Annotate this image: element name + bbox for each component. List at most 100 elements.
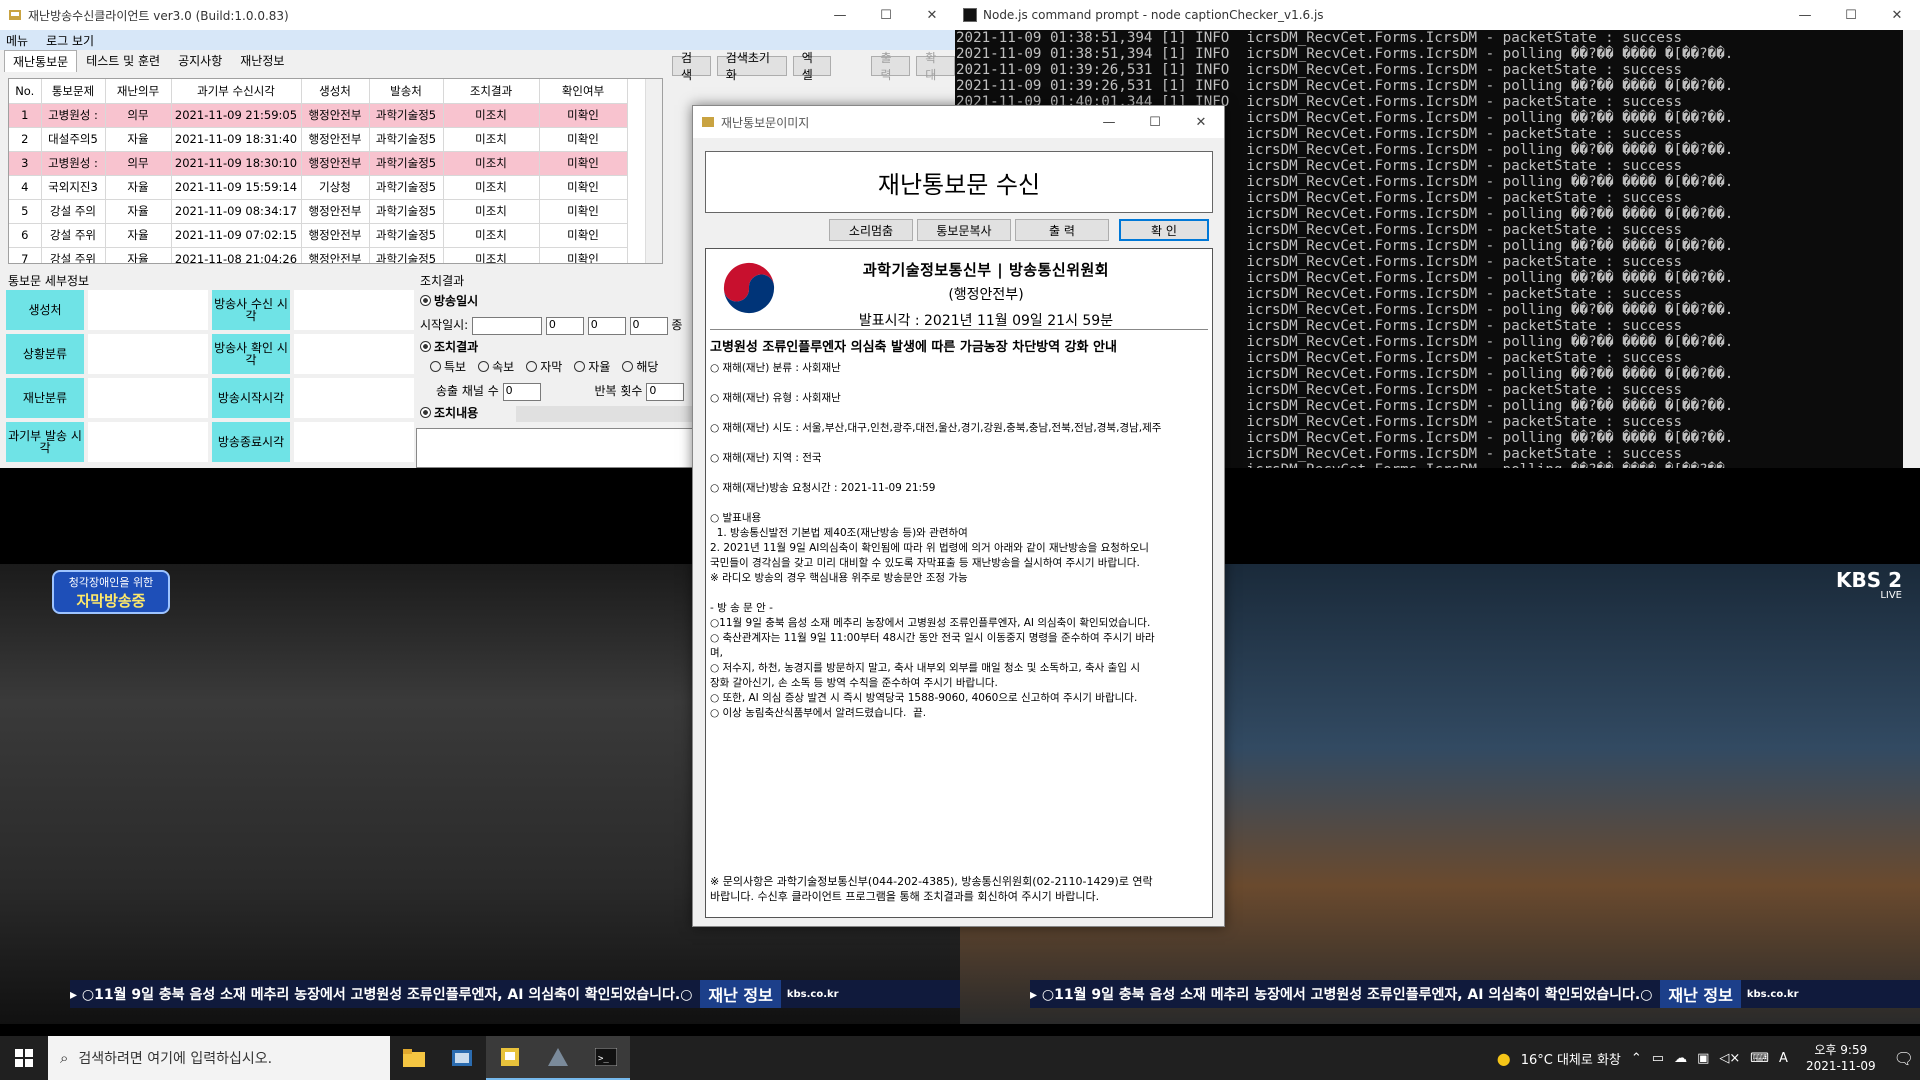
table-cell: 고병원성 :: [41, 151, 106, 176]
table-cell: 4: [9, 175, 42, 200]
detail-value-send-time: [88, 422, 208, 462]
grid-column-header[interactable]: 발송처: [369, 79, 444, 104]
grid-column-header[interactable]: 과기부 수신시각: [171, 79, 302, 104]
option-voluntary[interactable]: 자율: [574, 358, 610, 375]
table-cell: 미조치: [443, 199, 540, 224]
chevron-up-icon[interactable]: ⌃: [1631, 1051, 1642, 1066]
display-icon[interactable]: ▣: [1697, 1051, 1709, 1066]
volume-icon[interactable]: ◁×: [1719, 1051, 1740, 1066]
tab-notice[interactable]: 재난통보문: [4, 50, 78, 72]
minimize-icon[interactable]: —: [817, 0, 863, 30]
file-explorer-icon[interactable]: [390, 1036, 438, 1080]
popup-taskbar-icon[interactable]: [534, 1036, 582, 1080]
table-row[interactable]: 3 고병원성 : 의무 2021-11-09 18:30:10 행정안전부 과학기술정5 미…: [9, 151, 628, 176]
console-line: 2021-11-09 01:38:51,394 [1] INFO icrsDM_…: [956, 46, 1734, 62]
maximize-icon[interactable]: ☐: [1132, 107, 1178, 137]
print-notice-button[interactable]: 출 력: [1015, 219, 1109, 241]
issuer-ministry: (행정안전부): [948, 287, 1024, 303]
tab-disaster-info[interactable]: 재난정보: [231, 49, 293, 72]
second-stepper[interactable]: 0: [629, 316, 668, 335]
grid-column-header[interactable]: 확인여부: [539, 79, 628, 104]
content-textarea[interactable]: [416, 428, 696, 468]
cloud-icon[interactable]: ☁: [1674, 1051, 1687, 1066]
table-row[interactable]: 4 국외지진3 자율 2021-11-09 15:59:14 기상청 과학기술정5 미조치 미…: [9, 175, 628, 200]
close-icon[interactable]: ✕: [909, 0, 955, 30]
print-button[interactable]: 출력: [871, 51, 911, 82]
detail-label-end-time: 방송종료시각: [212, 422, 290, 462]
search-icon: ⌕: [60, 1049, 69, 1067]
result-radio[interactable]: [420, 341, 431, 352]
start-button[interactable]: [0, 1036, 48, 1080]
console-scrollbar[interactable]: [1903, 30, 1920, 468]
start-date-input[interactable]: [472, 316, 543, 335]
clock[interactable]: 오후 9:59 2021-11-09: [1798, 1042, 1884, 1074]
table-row[interactable]: 7 강설 주위 자율 2021-11-08 21:04:26 행정안전부 과학기술정5 미조…: [9, 247, 628, 263]
menu-item-menu[interactable]: 메뉴: [6, 32, 28, 49]
search-button[interactable]: 검색: [672, 51, 711, 82]
weather-text[interactable]: 16°C 대체로 화창: [1521, 1049, 1621, 1068]
minute-stepper[interactable]: 0: [587, 316, 626, 335]
repeat-stepper[interactable]: 0: [646, 382, 685, 401]
content-radio[interactable]: [420, 407, 431, 418]
clock-time: 오후 9:59: [1814, 1043, 1868, 1057]
grid-column-header[interactable]: 재난의무: [105, 79, 172, 104]
hour-stepper[interactable]: 0: [545, 316, 584, 335]
content-combo[interactable]: [516, 406, 696, 422]
table-row[interactable]: 6 강설 주위 자율 2021-11-09 07:02:15 행정안전부 과학기술정5 미조…: [9, 223, 628, 248]
table-cell: 행정안전부: [301, 151, 370, 176]
channels-stepper[interactable]: 0: [502, 382, 541, 401]
option-caption[interactable]: 자막: [526, 358, 562, 375]
table-row[interactable]: 2 대설주의5 자율 2021-11-09 18:31:40 행정안전부 과학기술정5 미조…: [9, 127, 628, 152]
reset-search-button[interactable]: 검색초기화: [716, 51, 787, 82]
option-applicable[interactable]: 해당: [622, 358, 658, 375]
network-icon[interactable]: ▭: [1652, 1051, 1664, 1066]
maximize-icon[interactable]: ☐: [1828, 0, 1874, 30]
table-row[interactable]: 5 강설 주의 자율 2021-11-09 08:34:17 행정안전부 과학기술정5 미조…: [9, 199, 628, 224]
grid-column-header[interactable]: 통보문제: [41, 79, 106, 104]
table-cell: 6: [9, 223, 42, 248]
confirm-button[interactable]: 확 인: [1119, 219, 1209, 241]
grid-column-header[interactable]: 생성처: [301, 79, 370, 104]
caption-badge-line2: 자막방송중: [76, 592, 146, 610]
table-cell: 1: [9, 103, 42, 128]
tab-test[interactable]: 테스트 및 훈련: [77, 49, 169, 72]
minimize-icon[interactable]: —: [1086, 107, 1132, 137]
grid-column-header[interactable]: 조치결과: [443, 79, 540, 104]
broadcast-time-radio[interactable]: [420, 295, 431, 306]
stop-sound-button[interactable]: 소리멈춤: [829, 219, 913, 241]
table-cell: 과학기술정5: [369, 103, 444, 128]
copy-notice-button[interactable]: 통보문복사: [917, 219, 1011, 241]
tab-announcement[interactable]: 공지사항: [169, 49, 231, 72]
grid-column-header[interactable]: No.: [9, 79, 42, 104]
minimize-icon[interactable]: —: [1782, 0, 1828, 30]
grid-scrollbar[interactable]: [645, 79, 662, 263]
option-breaking[interactable]: 속보: [478, 358, 514, 375]
table-row[interactable]: 1 고병원성 : 의무 2021-11-09 21:59:05 행정안전부 과학기술정5 미…: [9, 103, 628, 128]
option-special[interactable]: 특보: [430, 358, 466, 375]
zoom-button[interactable]: 확대: [916, 51, 955, 82]
table-cell: 강설 주의: [41, 199, 106, 224]
table-cell: 고병원성 :: [41, 103, 106, 128]
maximize-icon[interactable]: ☐: [863, 0, 909, 30]
issuer-names: 과학기술정보통신부 | 방송통신위원회: [862, 261, 1110, 279]
close-icon[interactable]: ✕: [1178, 107, 1224, 137]
keyboard-icon[interactable]: ⌨: [1750, 1051, 1769, 1066]
table-cell: 대설주의5: [41, 127, 106, 152]
popup-titlebar: 재난통보문이미지 — ☐ ✕: [693, 106, 1224, 138]
console-taskbar-icon[interactable]: >_: [582, 1036, 630, 1080]
disaster-client-taskbar-icon[interactable]: [486, 1036, 534, 1080]
app-taskbar-icon-1[interactable]: [438, 1036, 486, 1080]
grid-header-row: No. 통보문제 재난의무 과기부 수신시각 생성처 발송처 조치결과 확인여부: [9, 79, 628, 104]
announce-time: 발표시각 : 2021년 11월 09일 21시 59분: [858, 313, 1114, 329]
console-title: Node.js command prompt - node captionChe…: [983, 8, 1324, 22]
table-cell: 자율: [105, 223, 172, 248]
notification-icon[interactable]: 🗨: [1894, 1049, 1914, 1068]
ime-indicator[interactable]: A: [1779, 1051, 1788, 1066]
body-broadcast-script: - 방 송 문 안 - ○11월 9일 충북 음성 소재 메추리 농장에서 고병…: [710, 602, 1155, 719]
ticker-badge: 재난 정보: [1660, 980, 1741, 1008]
excel-button[interactable]: 엑셀: [792, 51, 832, 82]
close-icon[interactable]: ✕: [1874, 0, 1920, 30]
taskbar-search[interactable]: ⌕ 검색하려면 여기에 입력하십시오.: [48, 1036, 390, 1080]
menu-item-log[interactable]: 로그 보기: [46, 32, 94, 49]
table-cell: 미조치: [443, 175, 540, 200]
